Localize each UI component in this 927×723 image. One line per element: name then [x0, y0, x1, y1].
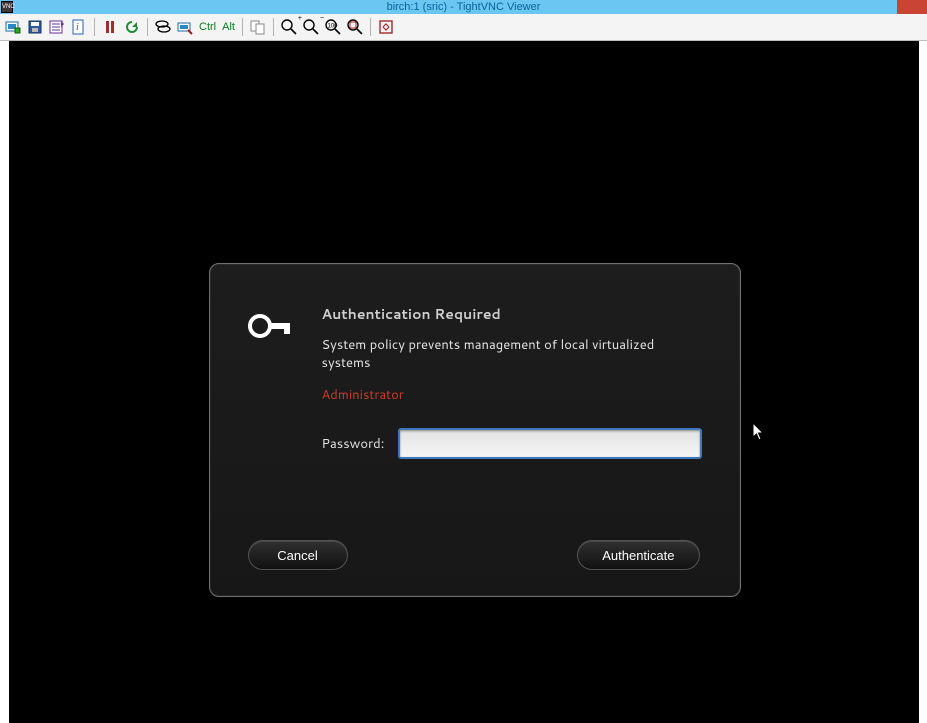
zoom-out-icon[interactable] [302, 18, 320, 36]
toolbar-separator [147, 18, 148, 36]
remote-desktop[interactable]: Authentication Required System policy pr… [9, 41, 919, 723]
fullscreen-icon[interactable] [377, 18, 395, 36]
zoom-fit-icon[interactable] [346, 18, 364, 36]
key-icon [248, 312, 292, 340]
window-titlebar: VNC birch:1 (sric) - TightVNC Viewer [0, 0, 927, 14]
ctrl-key-toggle[interactable]: Ctrl [198, 21, 217, 33]
password-input[interactable] [398, 428, 702, 459]
vnc-toolbar: i Ctrl Alt [0, 14, 927, 41]
window-title: birch:1 (sric) - TightVNC Viewer [0, 0, 927, 14]
maximize-button[interactable] [867, 0, 897, 14]
alt-key-toggle[interactable]: Alt [221, 21, 236, 33]
toolbar-separator [273, 18, 274, 36]
window-buttons [837, 0, 927, 14]
ctrl-alt-del-icon[interactable] [154, 18, 172, 36]
zoom-in-icon[interactable] [280, 18, 298, 36]
close-button[interactable] [897, 0, 927, 14]
remote-desktop-wrapper: Authentication Required System policy pr… [0, 41, 927, 723]
info-icon[interactable]: i [70, 18, 88, 36]
password-label: Password: [322, 435, 385, 453]
toolbar-separator [242, 18, 243, 36]
file-transfer-icon[interactable] [249, 18, 267, 36]
toolbar-separator [94, 18, 95, 36]
mouse-cursor-icon [752, 422, 766, 442]
authentication-dialog: Authentication Required System policy pr… [209, 263, 741, 597]
ctrl-esc-icon[interactable] [176, 18, 194, 36]
svg-text:100: 100 [327, 24, 338, 30]
dialog-message: System policy prevents management of loc… [322, 336, 682, 372]
minimize-button[interactable] [837, 0, 867, 14]
cancel-button[interactable]: Cancel [248, 540, 348, 570]
authenticate-button[interactable]: Authenticate [577, 540, 699, 570]
save-icon[interactable] [26, 18, 44, 36]
toolbar-separator [370, 18, 371, 36]
zoom-100-icon[interactable]: 100 [324, 18, 342, 36]
new-connection-icon[interactable] [4, 18, 22, 36]
dialog-title: Authentication Required [322, 304, 700, 324]
pause-icon[interactable] [101, 18, 119, 36]
options-icon[interactable] [48, 18, 66, 36]
dialog-user: Administrator [322, 386, 700, 404]
refresh-icon[interactable] [123, 18, 141, 36]
svg-text:i: i [76, 22, 79, 33]
